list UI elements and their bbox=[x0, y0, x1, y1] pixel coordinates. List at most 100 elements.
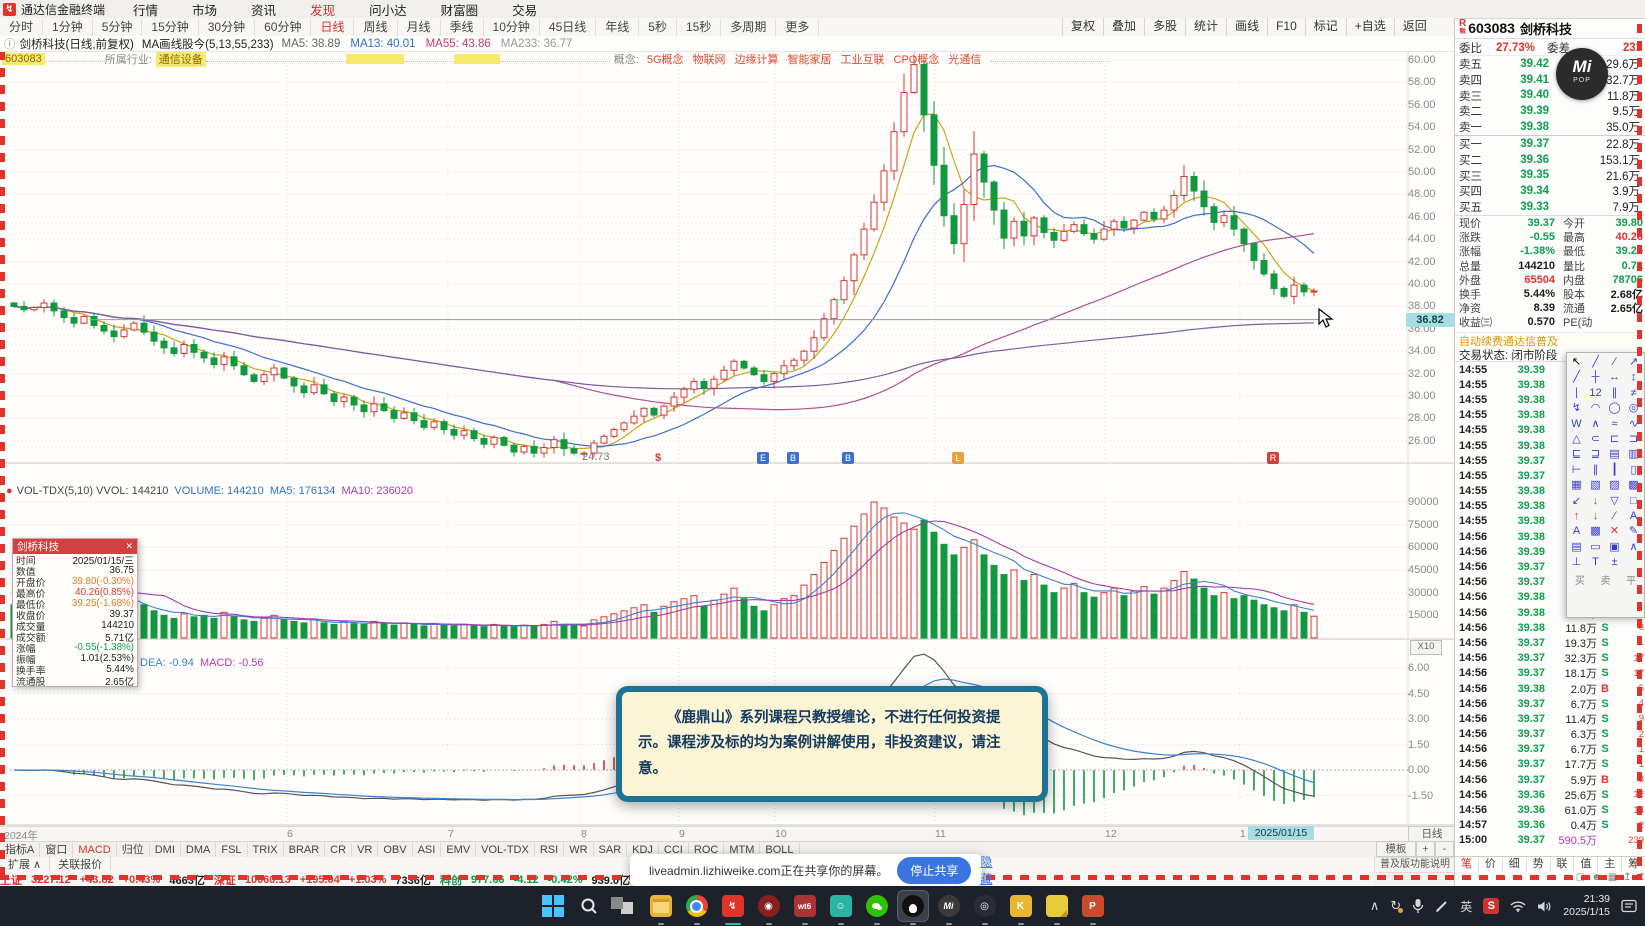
draw-tool-icon[interactable]: ∕ bbox=[1605, 355, 1624, 370]
ask-row[interactable]: 卖四 39.41 32.7万 bbox=[1455, 72, 1645, 88]
bottom-link[interactable]: 扩展 ∧ bbox=[0, 856, 51, 872]
bid-table[interactable]: 买一 39.37 22.8万 买二 39.36 153.1万 买三 39.35 21.6万 买四 3… bbox=[1455, 136, 1645, 215]
industry-value[interactable]: 通信设备 bbox=[155, 50, 206, 67]
indicator-tab[interactable]: DMI bbox=[150, 842, 181, 858]
panel-tab[interactable]: 细 bbox=[1503, 857, 1527, 872]
taskbar-icon-green-app[interactable]: ☺ bbox=[826, 891, 856, 925]
event-marker-icon[interactable]: L bbox=[952, 452, 964, 464]
taskbar-icon-file-explorer[interactable] bbox=[646, 891, 676, 925]
period-tab[interactable]: 1分钟 bbox=[43, 18, 93, 36]
wifi-icon[interactable] bbox=[1510, 900, 1526, 912]
draw-tool-icon[interactable]: ⊒ bbox=[1586, 447, 1605, 462]
draw-tool-icon[interactable]: ▤ bbox=[1605, 447, 1624, 462]
bid-row[interactable]: 买三 39.35 21.6万 bbox=[1455, 168, 1645, 184]
menu-item[interactable]: 行情 bbox=[133, 0, 158, 19]
indicator-tab[interactable]: OBV bbox=[378, 842, 413, 858]
draw-tool-icon[interactable]: ∥ bbox=[1586, 463, 1605, 478]
taskbar-icon-mi[interactable]: Mi bbox=[934, 891, 964, 925]
period-tab[interactable]: 60分钟 bbox=[255, 18, 312, 36]
draw-tool-icon[interactable]: T bbox=[1586, 555, 1605, 570]
period-tab[interactable]: 季线 bbox=[441, 18, 484, 36]
menu-item[interactable]: 问小达 bbox=[369, 0, 407, 19]
indicator-tab[interactable]: RSI bbox=[535, 842, 565, 858]
indicator-tab[interactable]: BRAR bbox=[284, 842, 326, 858]
speaker-icon[interactable] bbox=[1537, 900, 1552, 913]
ask-row[interactable]: 卖二 39.39 9.5万 bbox=[1455, 103, 1645, 119]
draw-tool-icon[interactable]: ⊥ bbox=[1567, 555, 1586, 570]
draw-tool-icon[interactable]: ⊂ bbox=[1586, 432, 1605, 447]
indicator-tab[interactable]: WR bbox=[564, 842, 594, 858]
draw-tool-icon[interactable]: 12 bbox=[1586, 386, 1605, 401]
draw-tool-icon[interactable]: ╱ bbox=[1567, 370, 1586, 385]
taskbar-icon-notes[interactable] bbox=[1042, 891, 1072, 925]
concept-tag[interactable]: 5G概念 bbox=[647, 51, 684, 67]
refresh-icon[interactable]: ↻ bbox=[1390, 898, 1404, 914]
pen-icon[interactable] bbox=[1435, 899, 1449, 913]
concept-tag[interactable]: 智能家居 bbox=[788, 51, 832, 67]
event-marker-icon[interactable]: $ bbox=[652, 452, 664, 464]
formula-label[interactable]: MA画线股今(5,13,55,233) bbox=[142, 36, 274, 52]
language-indicator[interactable]: 英 bbox=[1460, 898, 1472, 915]
period-tab[interactable]: 10分钟 bbox=[484, 18, 540, 36]
indicator-tab[interactable]: EMV bbox=[441, 842, 477, 858]
draw-tool-icon[interactable]: ┃ bbox=[1605, 463, 1624, 478]
draw-tool-icon[interactable]: ▦ bbox=[1567, 478, 1586, 493]
template-button[interactable]: 模板 bbox=[1376, 841, 1416, 857]
menu-item[interactable]: 发现 bbox=[310, 0, 335, 19]
indicator-tab[interactable]: ASI bbox=[413, 842, 442, 858]
panel-tab[interactable]: 势 bbox=[1527, 857, 1551, 872]
draw-tool-icon[interactable]: ↓ bbox=[1586, 494, 1605, 509]
event-marker-icon[interactable]: B bbox=[787, 452, 799, 464]
draw-tool-icon[interactable]: ▨ bbox=[1605, 478, 1624, 493]
draw-tool-icon[interactable]: ◯ bbox=[1605, 401, 1624, 416]
ask-row[interactable]: 卖三 39.40 11.8万 bbox=[1455, 88, 1645, 104]
concept-tag[interactable]: 光通信 bbox=[948, 51, 981, 67]
bid-row[interactable]: 买二 39.36 153.1万 bbox=[1455, 152, 1645, 168]
draw-tool-icon[interactable]: ∣ bbox=[1567, 386, 1586, 401]
draw-tool-icon[interactable]: ◠ bbox=[1586, 401, 1605, 416]
event-marker-icon[interactable]: R bbox=[1267, 452, 1279, 464]
taskbar-icon-tdx[interactable]: ↯ bbox=[718, 891, 748, 925]
concept-tag[interactable]: 物联网 bbox=[693, 51, 726, 67]
panel-tab[interactable]: 笔 bbox=[1455, 857, 1479, 872]
draw-tool-icon[interactable]: W bbox=[1567, 417, 1586, 432]
period-tab[interactable]: 15分钟 bbox=[142, 18, 199, 36]
taskbar-icon-ppt[interactable]: P bbox=[1078, 891, 1108, 925]
stop-share-button[interactable]: 停止共享 bbox=[897, 856, 972, 884]
taskbar-icon-search[interactable] bbox=[574, 891, 604, 921]
notification-icon[interactable] bbox=[1621, 899, 1637, 913]
taskbar-icon-wechat[interactable] bbox=[862, 891, 892, 925]
period-tab[interactable]: 5秒 bbox=[639, 18, 677, 36]
hide-share-button[interactable]: 隐藏 bbox=[980, 853, 992, 887]
period-tab[interactable]: 多周期 bbox=[721, 18, 777, 36]
draw-tool-icon[interactable]: ✕ bbox=[1605, 524, 1624, 539]
draw-tool-icon[interactable]: ∥ bbox=[1605, 386, 1624, 401]
indicator-tab[interactable]: VOL-TDX bbox=[476, 842, 535, 858]
chart-action-button[interactable]: 画线 bbox=[1226, 18, 1268, 36]
chart-action-button[interactable]: 统计 bbox=[1185, 18, 1227, 36]
indicator-tab[interactable]: FSL bbox=[216, 842, 248, 858]
draw-tool-icon[interactable]: ▣ bbox=[1605, 540, 1624, 555]
draw-tool-icon[interactable]: ↙ bbox=[1567, 494, 1586, 509]
menu-item[interactable]: 市场 bbox=[192, 0, 217, 19]
close-icon[interactable]: ✕ bbox=[125, 541, 133, 552]
panel-tab[interactable]: 主 bbox=[1598, 857, 1623, 872]
draw-tool-icon[interactable]: ∕ bbox=[1605, 509, 1624, 524]
bid-row[interactable]: 买五 39.33 7.9万 bbox=[1455, 199, 1645, 215]
ask-table[interactable]: 卖五 39.42 29.6万 卖四 39.41 32.7万 卖三 39.40 11.8万 卖二 39… bbox=[1455, 56, 1645, 135]
concept-tag[interactable]: 工业互联 bbox=[841, 51, 885, 67]
indicator-tab[interactable]: 归位 bbox=[117, 842, 150, 858]
taskbar-icon-task-view[interactable] bbox=[610, 891, 640, 921]
draw-tool-icon[interactable]: ┼ bbox=[1586, 370, 1605, 385]
tray-expand-icon[interactable]: ∧ bbox=[1370, 898, 1380, 914]
chart-action-button[interactable]: 复权 bbox=[1062, 18, 1104, 36]
chart-action-button[interactable]: F10 bbox=[1267, 18, 1305, 36]
panel-tab[interactable]: 价 bbox=[1479, 857, 1503, 872]
zoom-in-button[interactable]: + bbox=[1415, 841, 1435, 857]
draw-tool-icon[interactable]: ↑ bbox=[1567, 509, 1586, 524]
period-tab[interactable]: 15秒 bbox=[677, 18, 722, 36]
indicator-tab[interactable]: TRIX bbox=[248, 842, 284, 858]
draw-tool-icon[interactable]: A bbox=[1567, 524, 1586, 539]
event-marker-icon[interactable]: B bbox=[842, 452, 854, 464]
draw-tool-icon[interactable]: ∧ bbox=[1586, 417, 1605, 432]
